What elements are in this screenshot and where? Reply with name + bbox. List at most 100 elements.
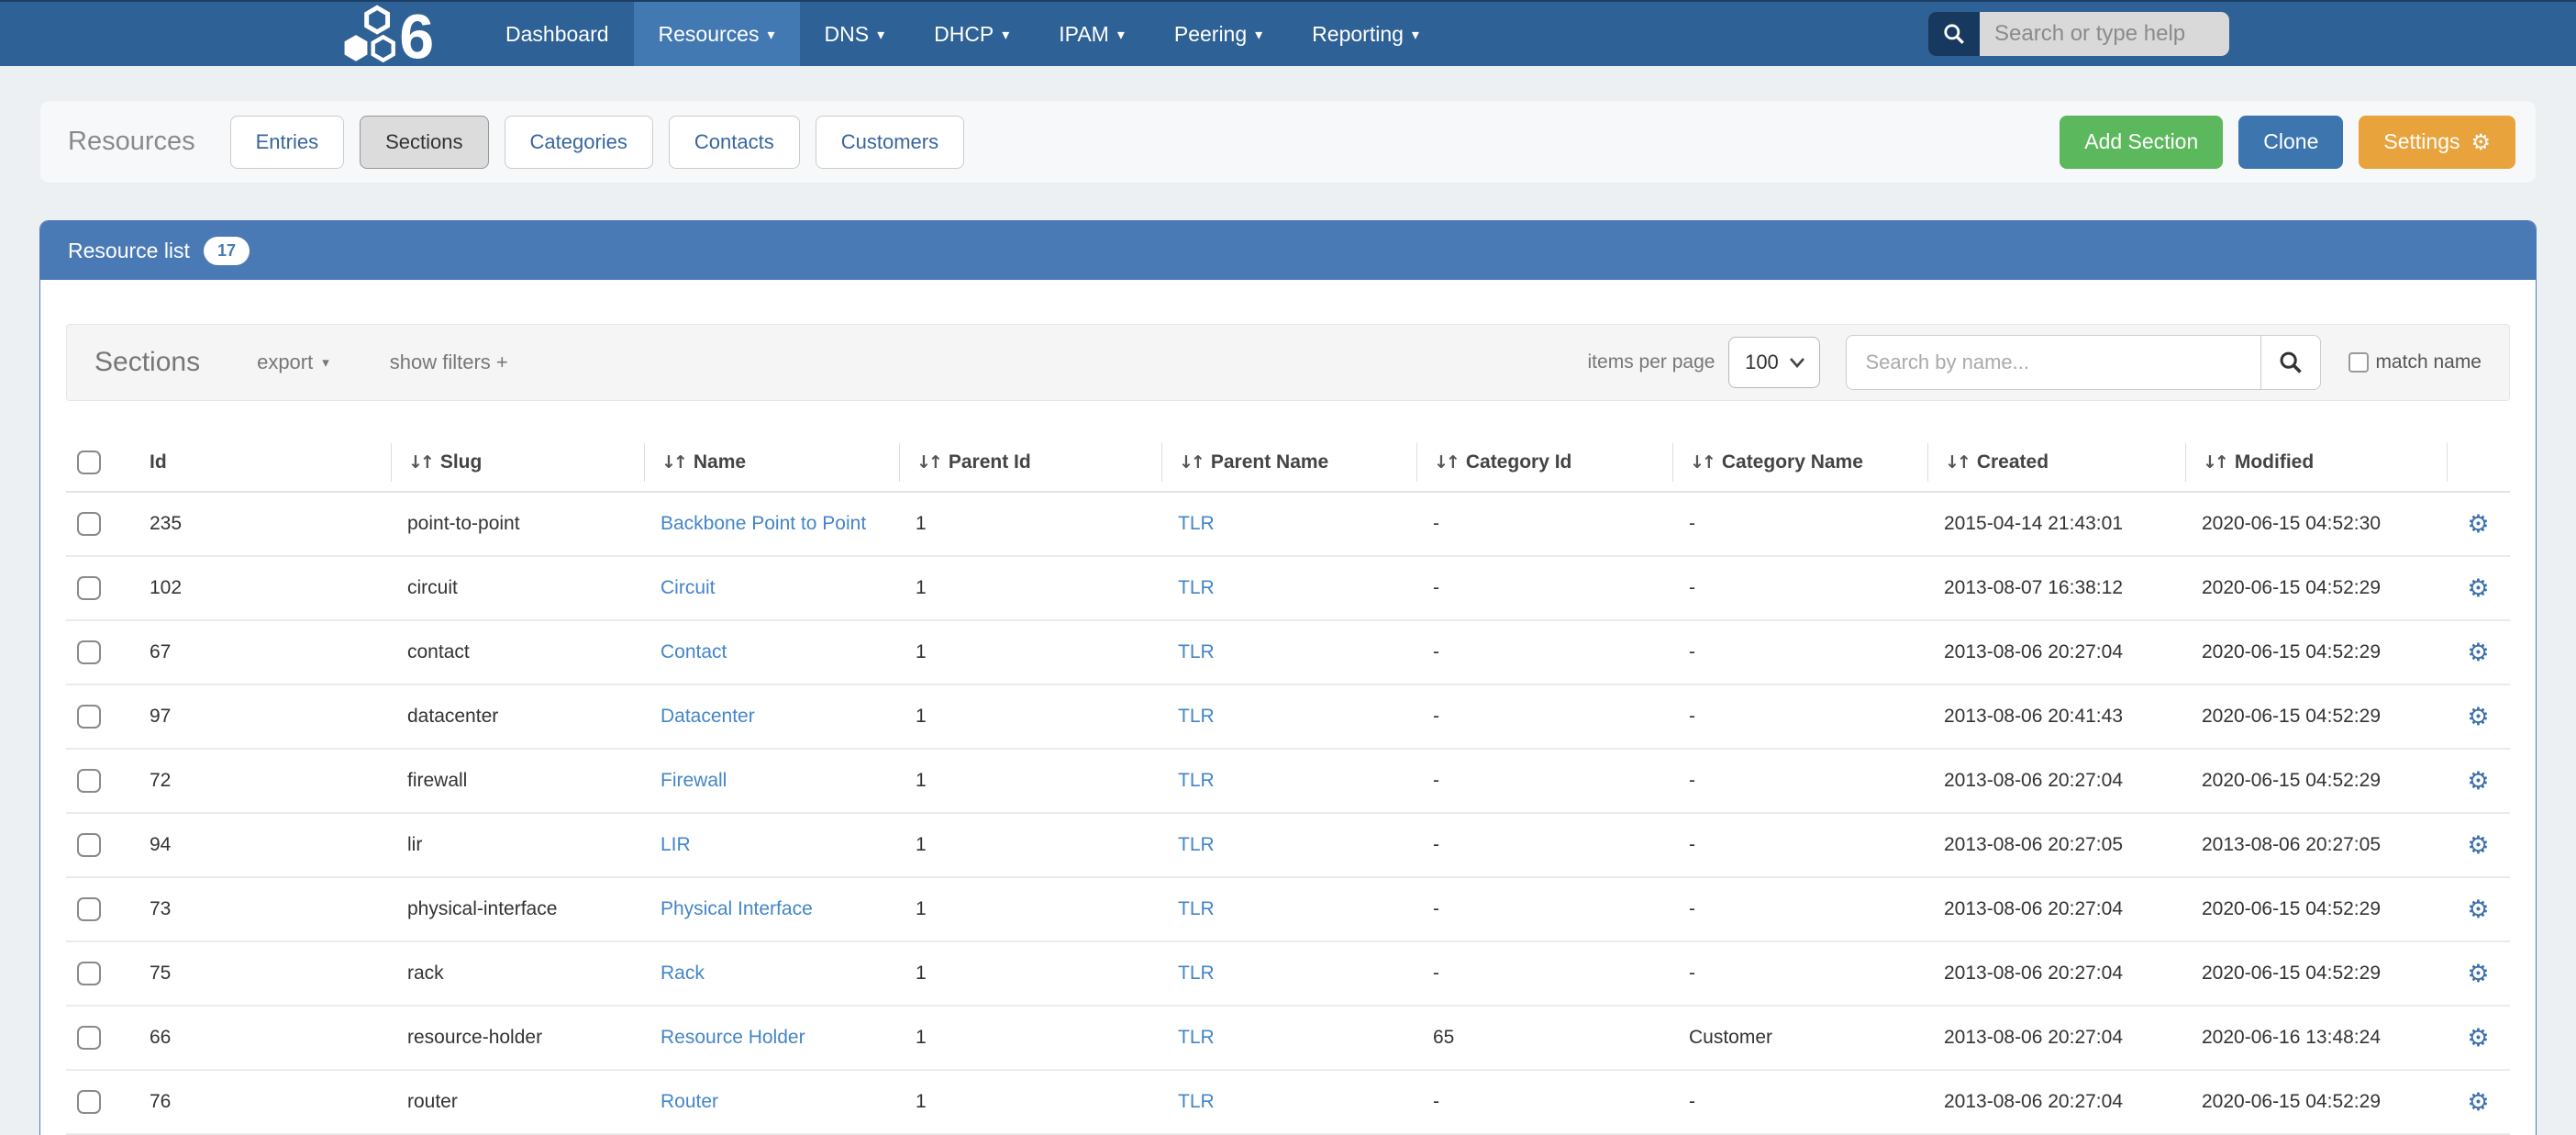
name-link[interactable]: Backbone Point to Point: [661, 513, 866, 534]
name-link[interactable]: Rack: [661, 963, 705, 984]
row-checkbox[interactable]: [77, 705, 101, 729]
column-header-created[interactable]: ↓↑Created: [1927, 443, 2185, 482]
column-header-parent-id[interactable]: ↓↑Parent Id: [899, 443, 1161, 482]
nav-item-dns[interactable]: DNS▾: [800, 2, 910, 66]
export-dropdown[interactable]: export ▾: [257, 351, 329, 374]
name-link[interactable]: Datacenter: [661, 706, 755, 727]
row-checkbox[interactable]: [77, 897, 101, 921]
nav-item-peering[interactable]: Peering▾: [1149, 2, 1287, 66]
row-checkbox[interactable]: [77, 1090, 101, 1114]
row-gear-button[interactable]: ⚙: [2467, 896, 2489, 924]
search-button[interactable]: [2260, 335, 2321, 390]
nav-item-dashboard[interactable]: Dashboard: [481, 2, 634, 66]
parent-name-link[interactable]: TLR: [1178, 770, 1215, 791]
parent-name-link[interactable]: TLR: [1178, 898, 1215, 919]
items-per-page-select[interactable]: 100: [1728, 337, 1820, 388]
column-header-slug[interactable]: ↓↑Slug: [391, 443, 644, 482]
cell-name: Firewall: [644, 770, 899, 792]
row-gear-button[interactable]: ⚙: [2467, 960, 2489, 988]
row-gear-button[interactable]: ⚙: [2467, 767, 2489, 796]
row-checkbox[interactable]: [77, 962, 101, 985]
nav-item-dhcp[interactable]: DHCP▾: [909, 2, 1034, 66]
name-link[interactable]: LIR: [661, 834, 691, 855]
parent-name-link[interactable]: TLR: [1178, 513, 1215, 534]
clone-button[interactable]: Clone: [2238, 116, 2343, 169]
row-checkbox[interactable]: [77, 576, 101, 600]
cell-category-id: -: [1416, 834, 1672, 856]
parent-name-link[interactable]: TLR: [1178, 577, 1215, 598]
settings-button[interactable]: Settings⚙: [2359, 116, 2515, 169]
name-link[interactable]: Firewall: [661, 770, 727, 791]
cell-name: Backbone Point to Point: [644, 513, 899, 535]
row-gear-button[interactable]: ⚙: [2467, 574, 2489, 603]
nav-item-resources[interactable]: Resources▾: [634, 2, 800, 66]
cell-parent-name: TLR: [1161, 641, 1416, 663]
sort-icon[interactable]: ↓↑: [916, 452, 940, 473]
sort-icon[interactable]: ↓↑: [661, 452, 685, 473]
tab-entries[interactable]: Entries: [230, 116, 344, 169]
row-gear-button[interactable]: ⚙: [2467, 703, 2489, 731]
show-filters-toggle[interactable]: show filters +: [390, 351, 508, 374]
parent-name-link[interactable]: TLR: [1178, 706, 1215, 727]
row-gear-button[interactable]: ⚙: [2467, 639, 2489, 667]
table-row: 67contactContact1TLR--2013-08-06 20:27:0…: [66, 621, 2510, 685]
tab-categories[interactable]: Categories: [505, 116, 653, 169]
sort-icon[interactable]: ↓↑: [408, 452, 432, 473]
parent-name-link[interactable]: TLR: [1178, 1027, 1215, 1048]
name-link[interactable]: Router: [661, 1091, 718, 1112]
panel-title: Resource list: [68, 239, 190, 263]
name-link[interactable]: Contact: [661, 641, 727, 662]
cell-created: 2013-08-06 20:41:43: [1927, 706, 2185, 728]
app-logo[interactable]: 6: [338, 2, 455, 66]
name-link[interactable]: Circuit: [661, 577, 716, 598]
cell-category-id: -: [1416, 1091, 1672, 1113]
table-row: 102circuitCircuit1TLR--2013-08-07 16:38:…: [66, 557, 2510, 621]
row-gear-button[interactable]: ⚙: [2467, 831, 2489, 860]
tab-contacts[interactable]: Contacts: [669, 116, 800, 169]
sort-icon[interactable]: ↓↑: [1945, 452, 1969, 473]
search-by-name-input[interactable]: [1846, 335, 2260, 390]
resources-toolbar: Resources EntriesSectionsCategoriesConta…: [39, 100, 2537, 184]
row-gear-button[interactable]: ⚙: [2467, 1024, 2489, 1052]
name-link[interactable]: Physical Interface: [661, 898, 813, 919]
cell-parent-name: TLR: [1161, 577, 1416, 599]
row-checkbox[interactable]: [77, 833, 101, 857]
sort-icon[interactable]: ↓↑: [1690, 452, 1714, 473]
column-header-category-name[interactable]: ↓↑Category Name: [1672, 443, 1927, 482]
row-checkbox[interactable]: [77, 512, 101, 536]
select-all-checkbox[interactable]: [77, 451, 101, 474]
add-section-button[interactable]: Add Section: [2060, 116, 2223, 169]
nav-item-reporting[interactable]: Reporting▾: [1287, 2, 1444, 66]
row-gear-button[interactable]: ⚙: [2467, 510, 2489, 539]
row-checkbox[interactable]: [77, 1026, 101, 1050]
cell-slug: resource-holder: [391, 1027, 644, 1049]
tab-sections[interactable]: Sections: [360, 116, 488, 169]
row-checkbox[interactable]: [77, 640, 101, 664]
cell-category-name: -: [1672, 963, 1927, 985]
resource-list-panel: Resource list 17 Sections export ▾ show …: [39, 220, 2537, 1135]
row-gear-button[interactable]: ⚙: [2467, 1088, 2489, 1117]
top-navbar: 6 DashboardResources▾DNS▾DHCP▾IPAM▾Peeri…: [0, 0, 2576, 66]
column-header-parent-name[interactable]: ↓↑Parent Name: [1161, 443, 1416, 482]
help-search-icon[interactable]: [1928, 12, 1980, 56]
row-checkbox[interactable]: [77, 769, 101, 793]
parent-name-link[interactable]: TLR: [1178, 834, 1215, 855]
parent-name-link[interactable]: TLR: [1178, 1091, 1215, 1112]
name-link[interactable]: Resource Holder: [661, 1027, 805, 1048]
sort-icon[interactable]: ↓↑: [1179, 452, 1203, 473]
caret-down-icon: ▾: [767, 26, 774, 43]
sort-icon[interactable]: ↓↑: [1434, 452, 1458, 473]
sort-icon[interactable]: ↓↑: [2203, 452, 2226, 473]
help-search-input[interactable]: [1980, 12, 2229, 56]
tab-customers[interactable]: Customers: [816, 116, 964, 169]
match-name-checkbox[interactable]: [2348, 352, 2369, 373]
cell-name: Datacenter: [644, 706, 899, 728]
row-checkbox-cell: [66, 1090, 133, 1114]
cell-category-id: -: [1416, 513, 1672, 535]
parent-name-link[interactable]: TLR: [1178, 963, 1215, 984]
nav-item-ipam[interactable]: IPAM▾: [1034, 2, 1149, 66]
column-header-category-id[interactable]: ↓↑Category Id: [1416, 443, 1672, 482]
parent-name-link[interactable]: TLR: [1178, 641, 1215, 662]
column-header-modified[interactable]: ↓↑Modified: [2185, 443, 2447, 482]
column-header-name[interactable]: ↓↑Name: [644, 443, 899, 482]
